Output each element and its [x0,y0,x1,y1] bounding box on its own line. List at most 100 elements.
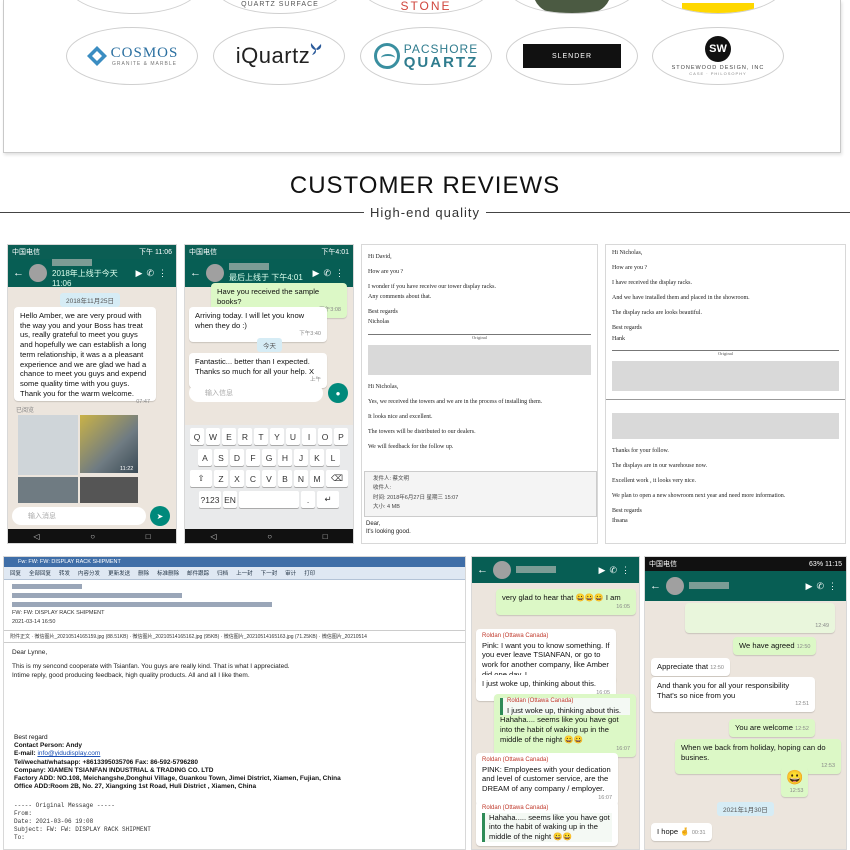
enter-key[interactable]: ↵ [317,491,339,508]
photo-thumbnail [80,477,138,503]
email-line: Any comments about that. [368,294,432,301]
keyboard-key[interactable]: B [278,470,292,487]
keyboard-key[interactable]: Q [190,428,204,445]
last-seen-label: 最后上线于 下午4:01 [229,273,303,282]
keyboard-key[interactable]: J [294,449,308,466]
message-input[interactable]: 输入信息 [189,384,323,402]
keyboard-key[interactable]: T [254,428,268,445]
chat-message-outgoing: You are welcome 12:52 [729,719,815,738]
keyboard-key[interactable]: N [294,470,308,487]
toolbar-button[interactable]: 回复 [10,569,21,577]
brand-logo-stone: STONE [360,0,492,14]
message-text: You are welcome [735,723,793,732]
send-icon[interactable]: ➤ [150,506,170,526]
keyboard-key[interactable]: A [198,449,212,466]
toolbar-button[interactable]: 上一封 [236,569,253,577]
toolbar-button[interactable]: 更新发送 [108,569,130,577]
redacted-text [12,601,272,607]
space-key[interactable] [239,491,299,508]
quoted-message: Hahaha..... seems like you have got into… [482,812,612,842]
keyboard-key[interactable]: E [222,428,236,445]
orig-line: To: [14,834,25,842]
toolbar-button[interactable]: 内容分发 [78,569,100,577]
review-screenshot-email-1: Hi David, How are you ? I wonder if you … [361,244,598,544]
sig-email-link[interactable]: info@yidudisplay.com [37,750,100,757]
language-key[interactable]: EN [223,491,237,508]
keyboard-key[interactable]: D [230,449,244,466]
keyboard-key[interactable]: O [318,428,332,445]
chat-message-outgoing: Roldan (Ottawa Canada) I just woke up, th… [494,694,636,757]
sender-name: Roldan (Ottawa Canada) [482,757,549,763]
keyboard-key[interactable]: G [262,449,276,466]
brand-tagline: GRANITE & MARBLE [112,60,177,67]
message-time: 12:49 [815,623,829,629]
orig-line: Date: 2021-03-06 19:08 [14,818,94,826]
divider-line [0,211,365,213]
brand-name-sub: QUARTZ [403,53,479,71]
backspace-key[interactable]: ⌫ [326,470,348,487]
toolbar-button[interactable]: 删除 [138,569,149,577]
keyboard-key[interactable]: H [278,449,292,466]
review-screenshot-whatsapp-2: 中国电信 下午4:01 ← 最后上线于 下午4:01 ▶✆⋮ Have you rec… [184,244,354,544]
android-nav-bar: ◁ ○ □ [8,529,176,543]
nav-back-icon: ◁ [33,531,40,541]
keyboard-key[interactable]: W [206,428,220,445]
email-line: The display racks are looks beautiful. [612,310,702,317]
toolbar-button[interactable]: 打印 [304,569,315,577]
toolbar-button[interactable]: 下一封 [261,569,278,577]
mail-line: Dear Lynne, [12,648,48,656]
message-time: 12:51 [795,701,809,708]
redacted-text [12,592,182,598]
message-time: 12:50 [796,644,811,650]
review-screenshot-outlook: Fw: FW: FW: DISPLAY RACK SHIPMENT 回复 全部回复… [3,556,466,850]
original-separator: Original [368,333,591,341]
back-arrow-icon: ← [190,267,201,279]
keyboard-key[interactable]: F [246,449,260,466]
toolbar-button[interactable]: 审计 [285,569,296,577]
email-signature: Hank [612,335,625,342]
keyboard-key[interactable]: I [302,428,316,445]
message-text: Hello Amber, we are very proud with the … [20,311,147,398]
sender-name: Roldan (Ottawa Canada) [482,633,549,639]
keyboard-key[interactable]: V [262,470,276,487]
keyboard-key[interactable]: X [230,470,244,487]
toolbar-button[interactable]: 转发 [59,569,70,577]
brand-tagline: QUARTZ SURFACE [241,0,319,8]
section-subtitle: High-end quality [370,204,480,220]
sig-line: Company: XIAMEN TSIANFAN INDUSTRIAL & TR… [14,766,214,774]
chat-message-incoming: Roldan (Ottawa Canada) PINK: Employees wi… [476,753,618,806]
original-message: ----- Original Message ----- From: Date:… [14,802,151,842]
microphone-icon[interactable]: ● [328,383,348,403]
message-input[interactable]: 输入消息 [12,507,146,525]
shift-key[interactable]: ⇧ [190,470,212,487]
brand-logo-iquartz: iQuartz [213,27,345,85]
keyboard-key[interactable]: P [334,428,348,445]
message-text: And thank you for all your responsibilit… [657,681,790,700]
keyboard-key[interactable]: S [214,449,228,466]
brand-name: iQuartz [235,43,311,68]
orig-line: From: [14,810,33,818]
quoted-text: Hahaha..... seems like you have got into… [489,812,610,842]
numbers-key[interactable]: ?123 [199,491,221,508]
message-text: PINK: Employees with your dedication and… [482,764,611,794]
keyboard-key[interactable]: Z [214,470,228,487]
keyboard-key[interactable]: L [326,449,340,466]
email-signature: Ihsana [612,518,628,525]
keyboard-key[interactable]: M [310,470,324,487]
toolbar-button[interactable]: 全部回复 [29,569,51,577]
mail-body: Dear, It's looking good. [366,521,411,537]
toolbar-button[interactable]: 归档 [217,569,228,577]
keyboard-key[interactable]: Y [270,428,284,445]
keyboard-key[interactable]: K [310,449,324,466]
keyboard-key[interactable]: U [286,428,300,445]
toolbar-button[interactable]: 标准删除 [157,569,179,577]
sender-name: Roldan (Ottawa Canada) [507,698,574,704]
keyboard-key[interactable]: C [246,470,260,487]
attachment-list[interactable]: 附件正文 · 微信图片_20210514165159.jpg (88.51KB)… [4,629,465,643]
message-time: 07:47 [136,399,150,406]
keyboard-key[interactable]: R [238,428,252,445]
email-line: Thanks for your follow. [612,448,669,454]
message-time: 12:52 [795,726,809,732]
period-key[interactable]: . [301,491,315,508]
toolbar-button[interactable]: 邮件跟踪 [187,569,209,577]
